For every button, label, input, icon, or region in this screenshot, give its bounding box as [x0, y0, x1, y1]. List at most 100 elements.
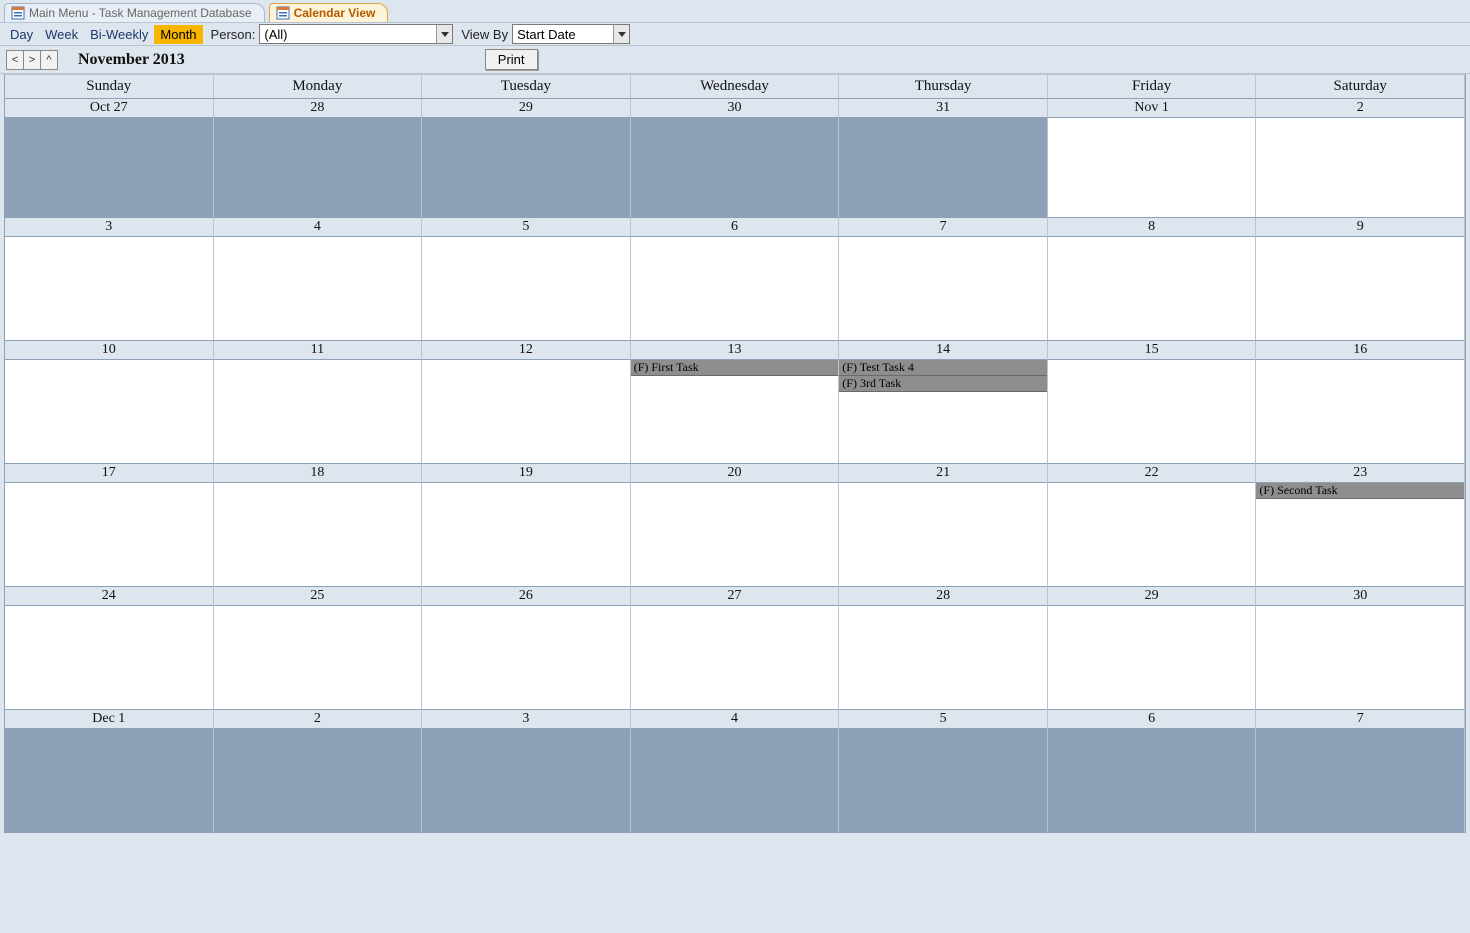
date-header-cell[interactable]: 3	[5, 218, 214, 237]
calendar-day-cell[interactable]	[631, 118, 840, 218]
calendar-day-cell[interactable]	[631, 483, 840, 587]
calendar-day-cell[interactable]: (F) First Task	[631, 360, 840, 464]
person-input[interactable]	[260, 25, 436, 43]
date-header-cell[interactable]: 26	[422, 587, 631, 606]
calendar-day-cell[interactable]	[839, 118, 1048, 218]
chevron-down-icon[interactable]	[613, 25, 629, 43]
date-header-cell[interactable]: 28	[839, 587, 1048, 606]
calendar-day-cell[interactable]	[1048, 606, 1257, 710]
calendar-day-cell[interactable]	[214, 237, 423, 341]
calendar-day-cell[interactable]	[422, 606, 631, 710]
date-header-cell[interactable]: 3	[422, 710, 631, 729]
date-header-cell[interactable]: 25	[214, 587, 423, 606]
date-header-cell[interactable]: 7	[1256, 710, 1465, 729]
tab-calendar-view[interactable]: Calendar View	[269, 3, 389, 22]
viewby-combo[interactable]	[512, 24, 630, 44]
date-header-cell[interactable]: 19	[422, 464, 631, 483]
calendar-task[interactable]: (F) Test Task 4	[839, 360, 1047, 376]
date-header-cell[interactable]: Nov 1	[1048, 99, 1257, 118]
date-header-cell[interactable]: 5	[422, 218, 631, 237]
viewby-input[interactable]	[513, 25, 613, 43]
calendar-day-cell[interactable]	[5, 483, 214, 587]
calendar-day-cell[interactable]	[214, 360, 423, 464]
calendar-task[interactable]: (F) Second Task	[1256, 483, 1464, 499]
calendar-day-cell[interactable]	[5, 237, 214, 341]
date-header-cell[interactable]: Oct 27	[5, 99, 214, 118]
calendar-day-cell[interactable]	[5, 360, 214, 464]
date-header-cell[interactable]: 18	[214, 464, 423, 483]
calendar-day-cell[interactable]	[631, 237, 840, 341]
date-header-cell[interactable]: 4	[631, 710, 840, 729]
calendar-day-cell[interactable]	[5, 729, 214, 833]
date-header-cell[interactable]: 22	[1048, 464, 1257, 483]
date-header-cell[interactable]: 30	[631, 99, 840, 118]
print-button[interactable]: Print	[485, 49, 538, 70]
date-header-cell[interactable]: 2	[214, 710, 423, 729]
calendar-day-cell[interactable]	[1256, 360, 1465, 464]
date-header-cell[interactable]: 30	[1256, 587, 1465, 606]
date-header-cell[interactable]: Dec 1	[5, 710, 214, 729]
calendar-day-cell[interactable]	[422, 729, 631, 833]
date-header-cell[interactable]: 9	[1256, 218, 1465, 237]
calendar-day-cell[interactable]	[839, 606, 1048, 710]
calendar-task[interactable]: (F) 3rd Task	[839, 376, 1047, 392]
date-header-cell[interactable]: 12	[422, 341, 631, 360]
calendar-day-cell[interactable]	[5, 118, 214, 218]
chevron-down-icon[interactable]	[436, 25, 452, 43]
calendar-day-cell[interactable]	[1048, 360, 1257, 464]
next-button[interactable]: >	[23, 50, 41, 70]
calendar-day-cell[interactable]	[839, 729, 1048, 833]
calendar-day-cell[interactable]	[214, 483, 423, 587]
calendar-day-cell[interactable]	[422, 118, 631, 218]
calendar-day-cell[interactable]: (F) Test Task 4(F) 3rd Task	[839, 360, 1048, 464]
date-header-cell[interactable]: 10	[5, 341, 214, 360]
calendar-day-cell[interactable]	[631, 606, 840, 710]
calendar-day-cell[interactable]: (F) Second Task	[1256, 483, 1465, 587]
calendar-day-cell[interactable]	[5, 606, 214, 710]
calendar-day-cell[interactable]	[422, 237, 631, 341]
calendar-day-cell[interactable]	[214, 606, 423, 710]
calendar-day-cell[interactable]	[1048, 237, 1257, 341]
date-header-cell[interactable]: 5	[839, 710, 1048, 729]
calendar-task[interactable]: (F) First Task	[631, 360, 839, 376]
calendar-day-cell[interactable]	[1048, 483, 1257, 587]
range-month-button[interactable]: Month	[154, 25, 202, 44]
date-header-cell[interactable]: 15	[1048, 341, 1257, 360]
calendar-day-cell[interactable]	[1048, 729, 1257, 833]
calendar-day-cell[interactable]	[214, 729, 423, 833]
calendar-day-cell[interactable]	[1256, 237, 1465, 341]
calendar-day-cell[interactable]	[1048, 118, 1257, 218]
calendar-day-cell[interactable]	[631, 729, 840, 833]
date-header-cell[interactable]: 13	[631, 341, 840, 360]
date-header-cell[interactable]: 28	[214, 99, 423, 118]
date-header-cell[interactable]: 6	[1048, 710, 1257, 729]
date-header-cell[interactable]: 16	[1256, 341, 1465, 360]
range-biweekly-button[interactable]: Bi-Weekly	[84, 25, 154, 44]
date-header-cell[interactable]: 20	[631, 464, 840, 483]
date-header-cell[interactable]: 23	[1256, 464, 1465, 483]
date-header-cell[interactable]: 11	[214, 341, 423, 360]
prev-button[interactable]: <	[6, 50, 24, 70]
date-header-cell[interactable]: 7	[839, 218, 1048, 237]
date-header-cell[interactable]: 6	[631, 218, 840, 237]
date-header-cell[interactable]: 27	[631, 587, 840, 606]
date-header-cell[interactable]: 2	[1256, 99, 1465, 118]
calendar-day-cell[interactable]	[839, 483, 1048, 587]
range-week-button[interactable]: Week	[39, 25, 84, 44]
date-header-cell[interactable]: 21	[839, 464, 1048, 483]
person-combo[interactable]	[259, 24, 453, 44]
date-header-cell[interactable]: 24	[5, 587, 214, 606]
tab-main-menu[interactable]: Main Menu - Task Management Database	[4, 3, 265, 22]
date-header-cell[interactable]: 31	[839, 99, 1048, 118]
date-header-cell[interactable]: 29	[422, 99, 631, 118]
calendar-day-cell[interactable]	[422, 360, 631, 464]
date-header-cell[interactable]: 14	[839, 341, 1048, 360]
calendar-day-cell[interactable]	[839, 237, 1048, 341]
calendar-day-cell[interactable]	[1256, 729, 1465, 833]
range-day-button[interactable]: Day	[4, 25, 39, 44]
date-header-cell[interactable]: 29	[1048, 587, 1257, 606]
date-header-cell[interactable]: 17	[5, 464, 214, 483]
calendar-day-cell[interactable]	[422, 483, 631, 587]
calendar-day-cell[interactable]	[214, 118, 423, 218]
calendar-day-cell[interactable]	[1256, 606, 1465, 710]
